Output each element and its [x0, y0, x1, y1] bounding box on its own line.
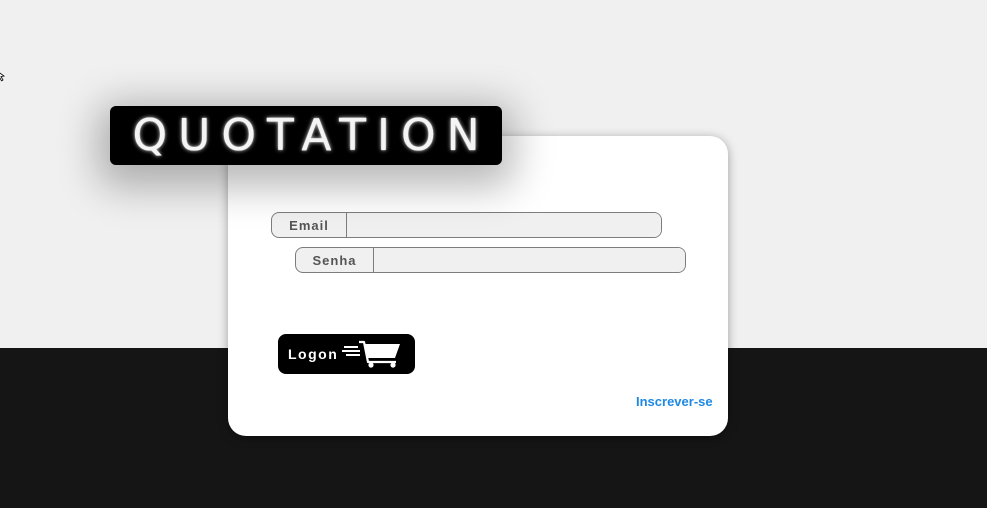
- logon-button-label: Logon: [288, 346, 339, 362]
- password-field: Senha: [295, 247, 686, 273]
- page: QUOTATION Email Senha Logon Inscrever-se: [0, 0, 987, 508]
- brand-badge: QUOTATION: [110, 106, 502, 165]
- password-input[interactable]: [374, 248, 685, 272]
- password-label: Senha: [296, 248, 374, 272]
- login-card: [228, 136, 728, 436]
- shopping-cart-icon: [342, 340, 400, 368]
- email-input[interactable]: [347, 213, 661, 237]
- email-label: Email: [272, 213, 347, 237]
- mouse-cursor-icon: [0, 72, 6, 82]
- logon-button[interactable]: Logon: [278, 334, 415, 374]
- email-field: Email: [271, 212, 662, 238]
- signup-link[interactable]: Inscrever-se: [636, 394, 713, 409]
- brand-title: QUOTATION: [132, 110, 491, 161]
